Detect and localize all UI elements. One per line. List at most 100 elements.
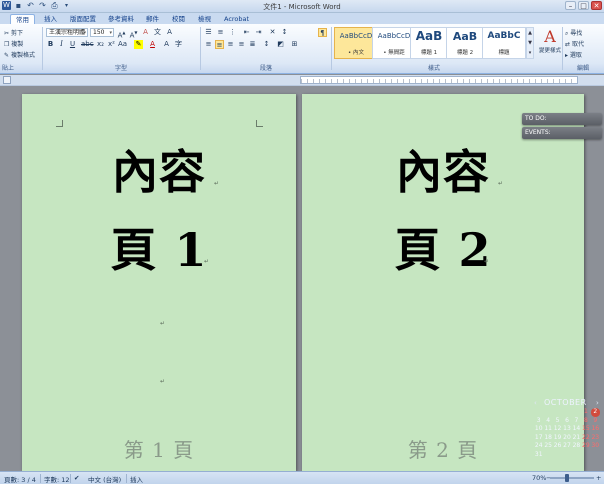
proofing-icon[interactable]: ✔ bbox=[74, 474, 79, 482]
strikethrough-button[interactable]: abc bbox=[81, 40, 94, 49]
show-marks-icon[interactable]: ¶ bbox=[318, 28, 327, 37]
calendar-day[interactable]: 30 bbox=[591, 442, 600, 451]
chevron-right-icon[interactable]: › bbox=[596, 399, 599, 407]
calendar-day[interactable]: 22 bbox=[581, 434, 590, 443]
highlight-icon[interactable]: ✎ bbox=[134, 40, 143, 49]
zoom-level[interactable]: 70% bbox=[532, 474, 546, 482]
underline-button[interactable]: U bbox=[68, 40, 77, 49]
zoom-slider[interactable] bbox=[550, 477, 594, 479]
styles-scroll[interactable]: ▲ ▼ ▾ bbox=[526, 27, 534, 59]
tab-home[interactable]: 常用 bbox=[10, 14, 35, 24]
align-left-icon[interactable]: ≡ bbox=[204, 40, 213, 49]
phonetic-guide-icon[interactable]: 文 bbox=[153, 28, 162, 37]
tab-references[interactable]: 參考資料 bbox=[108, 14, 134, 24]
tab-selector[interactable] bbox=[3, 76, 11, 84]
page-1[interactable]: 內容 ↵ 頁 1 ↵ ↵ ↵ 第 1 頁 bbox=[22, 94, 296, 471]
style-heading-1[interactable]: AaB 標題 1 bbox=[410, 27, 448, 59]
calendar-day[interactable]: 3 bbox=[534, 417, 543, 426]
increase-indent-icon[interactable]: ⇥ bbox=[254, 28, 263, 37]
font-color-icon[interactable]: A bbox=[148, 40, 157, 49]
calendar-day[interactable]: 29 bbox=[581, 442, 590, 451]
todo-gadget[interactable]: TO DO: bbox=[522, 113, 602, 125]
calendar-day[interactable]: 31 bbox=[534, 451, 543, 460]
font-name-combo[interactable]: 王漢宗粗明體 ▾ bbox=[46, 28, 88, 37]
shrink-font-icon[interactable]: A▼ bbox=[129, 28, 138, 39]
calendar-day[interactable]: 5 bbox=[553, 417, 562, 426]
format-painter-button[interactable]: ✎ 複製格式 bbox=[4, 50, 35, 59]
zoom-slider-thumb[interactable] bbox=[565, 474, 569, 482]
minimize-button[interactable]: – bbox=[565, 1, 576, 10]
enclose-char-icon[interactable]: 字 bbox=[174, 40, 183, 49]
calendar-day[interactable]: 10 bbox=[534, 425, 543, 434]
calendar-day[interactable]: 6 bbox=[562, 417, 571, 426]
tab-page-layout[interactable]: 版面配置 bbox=[70, 14, 96, 24]
calendar-day[interactable]: 21 bbox=[572, 434, 581, 443]
maximize-button[interactable]: □ bbox=[578, 1, 589, 10]
calendar-day[interactable]: 4 bbox=[543, 417, 552, 426]
calendar-day[interactable]: 8 bbox=[581, 417, 590, 426]
tab-review[interactable]: 校閱 bbox=[172, 14, 185, 24]
cut-button[interactable]: ✂ 剪下 bbox=[4, 28, 23, 37]
subscript-button[interactable]: x₂ bbox=[96, 40, 105, 49]
events-gadget[interactable]: EVENTS: bbox=[522, 127, 602, 139]
font-size-combo[interactable]: 150 ▾ bbox=[90, 28, 114, 37]
sort-icon[interactable]: ↕ bbox=[280, 28, 289, 37]
calendar-day[interactable]: 7 bbox=[572, 417, 581, 426]
italic-button[interactable]: I bbox=[57, 40, 66, 49]
calendar-day[interactable]: 15 bbox=[581, 425, 590, 434]
distributed-icon[interactable]: ≣ bbox=[248, 40, 257, 49]
calendar-gadget[interactable]: ‹ OCTOBER › 1 2 3 4 5 6 7 8 9 10 11 12 13 14 15 16 17 18 1… bbox=[522, 398, 602, 464]
char-shading-icon[interactable]: A bbox=[162, 40, 171, 49]
decrease-indent-icon[interactable]: ⇤ bbox=[242, 28, 251, 37]
change-styles-button[interactable]: A 變更樣式 bbox=[536, 28, 564, 68]
grow-font-icon[interactable]: A▲ bbox=[117, 28, 126, 39]
clear-format-icon[interactable]: A bbox=[141, 28, 150, 37]
calendar-day[interactable]: 23 bbox=[591, 434, 600, 443]
tab-mailings[interactable]: 郵件 bbox=[146, 14, 159, 24]
language-indicator[interactable]: 中文 (台灣) bbox=[88, 474, 121, 484]
char-border-icon[interactable]: A bbox=[165, 28, 174, 37]
bold-button[interactable]: B bbox=[46, 40, 55, 49]
calendar-day[interactable]: 25 bbox=[543, 442, 552, 451]
calendar-day[interactable]: 24 bbox=[534, 442, 543, 451]
align-center-icon[interactable]: ≡ bbox=[215, 40, 224, 49]
calendar-day[interactable]: 20 bbox=[562, 434, 571, 443]
shading-icon[interactable]: ◩ bbox=[276, 40, 285, 49]
calendar-day[interactable]: 27 bbox=[562, 442, 571, 451]
calendar-day[interactable]: 1 bbox=[581, 408, 590, 417]
calendar-day[interactable]: 18 bbox=[543, 434, 552, 443]
line-spacing-icon[interactable]: ↕ bbox=[262, 40, 271, 49]
calendar-day[interactable]: 19 bbox=[553, 434, 562, 443]
justify-icon[interactable]: ≡ bbox=[237, 40, 246, 49]
calendar-day[interactable]: 12 bbox=[553, 425, 562, 434]
calendar-day[interactable]: 17 bbox=[534, 434, 543, 443]
calendar-day[interactable]: 13 bbox=[562, 425, 571, 434]
tab-view[interactable]: 檢視 bbox=[198, 14, 211, 24]
page-count[interactable]: 頁數: 3 / 4 bbox=[4, 474, 36, 484]
chevron-left-icon[interactable]: ‹ bbox=[534, 399, 537, 407]
tab-acrobat[interactable]: Acrobat bbox=[224, 14, 249, 24]
close-button[interactable]: ✕ bbox=[591, 1, 602, 10]
calendar-day[interactable]: 2 bbox=[590, 408, 600, 417]
calendar-day[interactable]: 11 bbox=[543, 425, 552, 434]
calendar-day[interactable]: 28 bbox=[572, 442, 581, 451]
zoom-in-icon[interactable]: + bbox=[596, 474, 601, 482]
multilevel-list-icon[interactable]: ⋮ bbox=[228, 28, 237, 37]
calendar-day[interactable]: 16 bbox=[591, 425, 600, 434]
borders-icon[interactable]: ⊞ bbox=[290, 40, 299, 49]
replace-button[interactable]: ⇄ 取代 bbox=[565, 39, 584, 48]
style-heading-2[interactable]: AaB 標題 2 bbox=[446, 27, 484, 59]
copy-button[interactable]: ❐ 複製 bbox=[4, 39, 23, 48]
find-button[interactable]: ⌕ 尋找 bbox=[565, 28, 582, 38]
change-case-icon[interactable]: Aa bbox=[118, 40, 127, 49]
style-title[interactable]: AaBbC 標題 bbox=[482, 27, 526, 59]
calendar-day[interactable]: 14 bbox=[572, 425, 581, 434]
calendar-day[interactable]: 9 bbox=[591, 417, 600, 426]
horizontal-ruler[interactable] bbox=[300, 76, 578, 84]
align-right-icon[interactable]: ≡ bbox=[226, 40, 235, 49]
bullets-icon[interactable]: ☰ bbox=[204, 28, 213, 37]
document-area[interactable]: 內容 ↵ 頁 1 ↵ ↵ ↵ 第 1 頁 內容 ↵ 頁 2 ↵ 第 2 頁 bbox=[0, 86, 604, 471]
calendar-day[interactable]: 26 bbox=[553, 442, 562, 451]
superscript-button[interactable]: x² bbox=[107, 40, 116, 49]
word-count[interactable]: 字數: 12 bbox=[44, 474, 70, 484]
